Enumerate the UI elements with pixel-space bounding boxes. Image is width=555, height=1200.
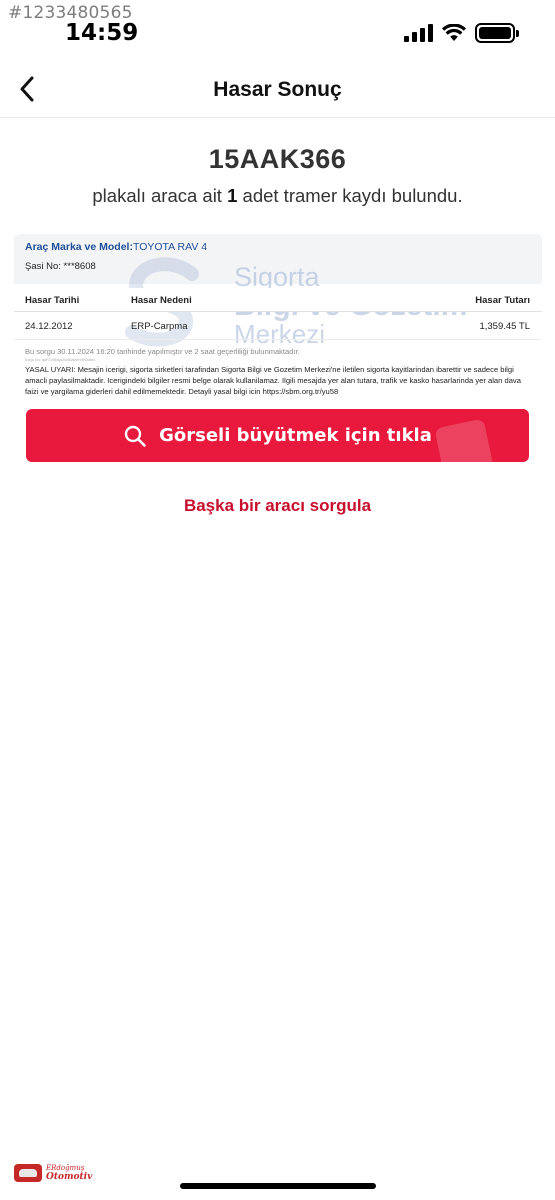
dealer-logo-text: ERdoğmuş Otomotiv	[46, 1164, 93, 1182]
query-another-vehicle-link[interactable]: Başka bir aracı sorgula	[0, 496, 555, 516]
navigation-bar: Hasar Sonuç	[0, 62, 555, 118]
table-row: 24.12.2012 ERP-Carpma 1,359.45 TL	[14, 314, 542, 340]
license-plate: 15AAK366	[208, 144, 347, 174]
table-header: Hasar Tarihi Hasar Nedeni Hasar Tutarı	[14, 288, 542, 312]
page-title: Hasar Sonuç	[213, 78, 342, 101]
legal-disclaimer: YASAL UYARI: Mesajin icerigi, sigorta si…	[25, 365, 521, 396]
search-icon	[124, 425, 146, 447]
column-damage-amount: Hasar Tutarı	[475, 295, 530, 306]
chassis-number: Şasi No: ***8608	[25, 261, 96, 272]
query-validity-note: Bu sorgu 30.11.2024 16:20 tarihinde yapı…	[25, 347, 300, 356]
column-damage-date: Hasar Tarihi	[25, 295, 80, 306]
result-summary: plakalı araca ait 1 adet tramer kaydı bu…	[0, 185, 555, 207]
button-watermark	[434, 418, 494, 462]
enlarge-image-label: Görseli büyütmek için tıkla	[159, 425, 432, 446]
summary-prefix: plakalı araca ait	[92, 185, 222, 206]
column-damage-reason: Hasar Nedeni	[131, 295, 192, 306]
wifi-icon	[442, 24, 466, 41]
record-count: 1	[227, 185, 238, 206]
battery-icon	[475, 23, 519, 43]
status-icons	[404, 23, 519, 43]
enlarge-image-button[interactable]: Görseli büyütmek için tıkla	[26, 409, 529, 462]
damage-reason: ERP-Carpma	[131, 321, 188, 332]
chassis-value: ***8608	[63, 261, 96, 272]
car-icon	[14, 1164, 42, 1182]
chassis-label: Şasi No:	[25, 261, 61, 272]
cellular-signal-icon	[404, 24, 433, 42]
status-time: 14:59	[65, 20, 139, 46]
home-indicator[interactable]	[180, 1183, 376, 1189]
damage-date: 24.12.2012	[25, 321, 73, 332]
summary-suffix: adet tramer kaydı bulundu.	[242, 185, 463, 206]
dealer-logo-stamp: ERdoğmuş Otomotiv	[14, 1160, 94, 1186]
damage-amount: 1,359.45 TL	[479, 321, 530, 332]
query-reference-line: Sorgu No: qwR7J98dgd23nfk2kdfrhr8h2c8ek	[25, 358, 95, 362]
damage-report-image: Araç Marka ve Model:TOYOTA RAV 4 Şasi No…	[14, 234, 542, 400]
